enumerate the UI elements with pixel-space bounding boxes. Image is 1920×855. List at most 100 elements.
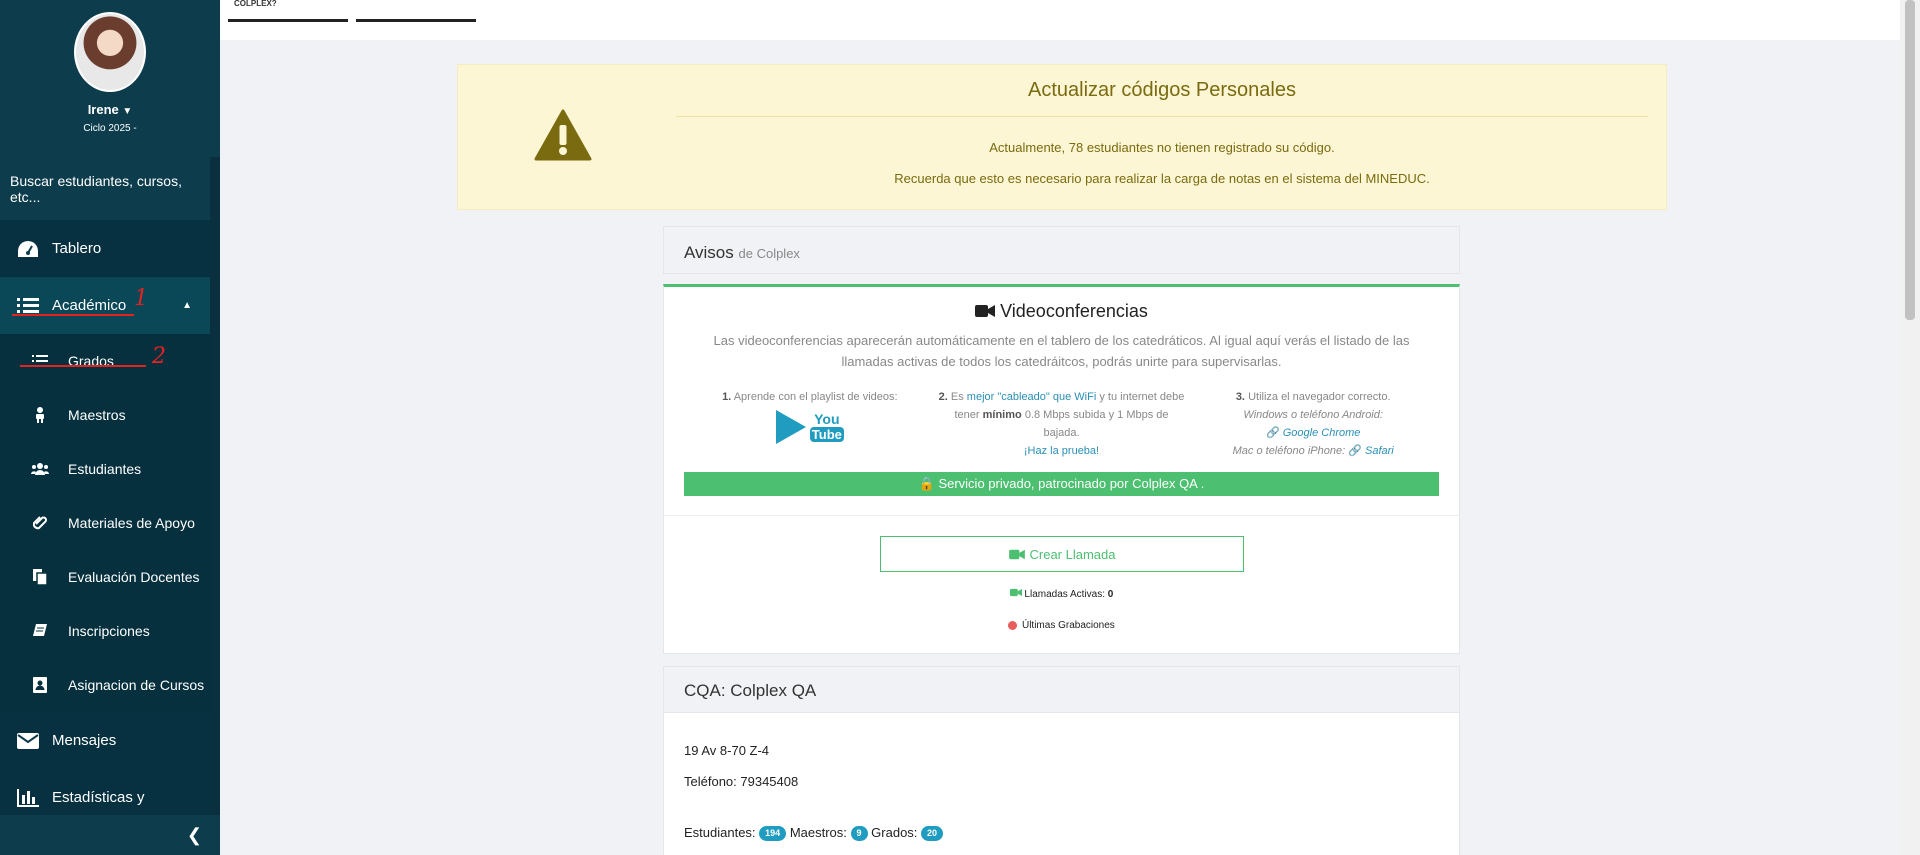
documents-icon — [30, 567, 50, 587]
sidebar-item-inscripciones[interactable]: Inscripciones — [0, 604, 220, 658]
user-menu[interactable]: Irene ▼ — [0, 102, 220, 117]
school-info-card: CQA: Colplex QA 19 Av 8-70 Z-4 Teléfono:… — [663, 666, 1460, 855]
active-calls-count: 0 — [1107, 589, 1114, 600]
youtube-logo: You Tube — [809, 412, 844, 442]
wired-link[interactable]: mejor "cableado" que WiFi — [967, 391, 1096, 403]
top-tab[interactable]: COLPLEX? — [228, 0, 348, 22]
videoconference-description: Las videoconferencias aparecerán automát… — [713, 333, 1410, 369]
person-icon — [30, 405, 50, 425]
videoconference-panel: Videoconferencias Las videoconferencias … — [663, 284, 1460, 654]
collapse-sidebar-button[interactable]: ❮ — [0, 815, 220, 855]
sidebar-item-asignacion[interactable]: Asignacion de Cursos — [0, 658, 220, 712]
step-number: 1. — [722, 391, 732, 403]
sidebar-menu: Tablero Académico ▲ — [0, 220, 220, 334]
sidebar-item-materiales[interactable]: Materiales de Apoyo — [0, 496, 220, 550]
step-3: 3. Utiliza el navegador correcto. Window… — [1187, 388, 1439, 460]
school-title: CQA: Colplex QA — [664, 667, 1459, 713]
videoconference-title: Videoconferencias — [664, 301, 1459, 322]
chevron-down-icon: ▼ — [122, 106, 133, 117]
chrome-link[interactable]: 🔗 Google Chrome — [1266, 427, 1360, 439]
chevron-left-icon: ❮ — [186, 824, 202, 845]
sidebar-item-label: Estadísticas y — [52, 789, 145, 806]
dashboard-icon — [14, 239, 42, 259]
sidebar-item-estudiantes[interactable]: Estudiantes — [0, 442, 220, 496]
teachers-count-badge: 9 — [850, 826, 868, 842]
step-1: 1. Aprende con el playlist de videos: Yo… — [684, 388, 936, 460]
speed-test-link[interactable]: ¡Haz la prueba! — [1024, 445, 1099, 457]
record-dot-icon — [1008, 620, 1018, 630]
grades-count-badge: 20 — [921, 826, 944, 842]
id-card-icon — [30, 675, 50, 695]
sidebar-item-grados[interactable]: Grados — [0, 334, 220, 388]
sidebar-item-mensajes[interactable]: Mensajes — [0, 712, 220, 769]
annotation-underline — [20, 365, 146, 367]
top-bar: COLPLEX? — [220, 0, 1900, 40]
teachers-label: Maestros: — [789, 825, 847, 840]
private-service-text: Servicio privado, patrocinado por Colple… — [938, 476, 1205, 491]
top-tab-label: COLPLEX? — [234, 0, 277, 8]
avatar[interactable] — [74, 12, 146, 92]
book-icon — [30, 621, 50, 641]
step-2: 2. Es mejor "cableado" que WiFi y tu int… — [936, 388, 1188, 460]
annotation-number: 1 — [134, 286, 148, 311]
sidebar-item-label: Académico — [52, 297, 127, 314]
active-calls[interactable]: Llamadas Activas: 0 — [664, 588, 1459, 600]
safari-link[interactable]: 🔗 Safari — [1348, 445, 1394, 457]
annotation-underline — [12, 314, 134, 316]
sidebar-menu-bottom: Mensajes Estadísticas y — [0, 712, 220, 826]
sidebar-item-label: Maestros — [68, 407, 126, 423]
paperclip-icon — [30, 513, 50, 533]
recent-recordings[interactable]: Últimas Grabaciones — [664, 620, 1459, 631]
create-call-button[interactable]: Crear Llamada — [880, 536, 1244, 572]
private-service-banner: 🔒 Servicio privado, patrocinado por Colp… — [684, 472, 1439, 496]
sidebar-item-label: Asignacion de Cursos — [68, 677, 205, 693]
step-number: 2. — [938, 391, 948, 403]
video-camera-icon — [975, 305, 996, 317]
school-phone: Teléfono: 79345408 — [684, 774, 799, 789]
sidebar-item-label: Evaluación Docentes — [68, 569, 200, 585]
lock-icon: 🔒 — [918, 476, 935, 491]
safari-link-label: Safari — [1364, 445, 1394, 457]
youtube-playlist-link[interactable]: You Tube — [684, 410, 936, 444]
school-address: 19 Av 8-70 Z-4 — [684, 743, 770, 758]
sidebar-item-evaluacion[interactable]: Evaluación Docentes — [0, 550, 220, 604]
avisos-title: Avisos — [684, 243, 734, 262]
step-text: Aprende con el playlist de videos: — [733, 391, 898, 403]
bar-chart-icon — [14, 788, 42, 808]
active-calls-label: Llamadas Activas: — [1024, 589, 1106, 600]
play-icon — [775, 410, 806, 444]
avisos-subtitle: de Colplex — [738, 246, 800, 261]
android-label: Windows o teléfono Android: — [1243, 409, 1383, 421]
step-text: 0.8 Mbps subida y 1 Mbps de bajada. — [1024, 409, 1169, 439]
avisos-header: Avisos de Colplex — [663, 226, 1460, 274]
link-icon: 🔗 — [1265, 427, 1280, 439]
sidebar-item-academico[interactable]: Académico ▲ — [0, 277, 220, 334]
sidebar-item-tablero[interactable]: Tablero — [0, 220, 220, 277]
list-icon — [14, 296, 42, 316]
videoconference-title-text: Videoconferencias — [1000, 301, 1148, 321]
scrollbar-thumb[interactable] — [1905, 0, 1915, 320]
recordings-label: Últimas Grabaciones — [1021, 620, 1115, 631]
alert-title: Actualizar códigos Personales — [676, 79, 1648, 117]
sidebar-item-label: Tablero — [52, 240, 102, 257]
annotation-number: 2 — [152, 344, 166, 369]
sidebar-item-label: Inscripciones — [68, 623, 150, 639]
update-codes-alert: Actualizar códigos Personales Actualment… — [457, 64, 1667, 210]
sidebar-item-maestros[interactable]: Maestros — [0, 388, 220, 442]
page-scrollbar[interactable] — [1900, 0, 1920, 855]
warning-icon — [534, 109, 592, 161]
create-call-label: Crear Llamada — [1029, 546, 1116, 562]
search-input[interactable]: Buscar estudiantes, cursos, etc... — [0, 157, 220, 220]
academico-submenu: Grados Maestros Estudiantes Materiales d… — [0, 334, 220, 712]
alert-message: Actualmente, 78 estudiantes no tienen re… — [989, 140, 1335, 155]
users-icon — [30, 459, 50, 479]
sidebar: Irene ▼ Ciclo 2025 - Buscar estudiantes,… — [0, 0, 220, 855]
school-stats: Estudiantes: 194 Maestros: 9 Grados: 20 — [684, 817, 1439, 848]
user-profile: Irene ▼ Ciclo 2025 - — [0, 0, 220, 157]
top-tab[interactable] — [356, 0, 476, 22]
call-actions: Crear Llamada Llamadas Activas: 0 Última… — [664, 515, 1459, 657]
grades-label: Grados: — [871, 825, 918, 840]
students-label: Estudiantes: — [684, 825, 756, 840]
link-icon: 🔗 — [1348, 445, 1362, 457]
youtube-logo-tube: Tube — [809, 427, 844, 442]
